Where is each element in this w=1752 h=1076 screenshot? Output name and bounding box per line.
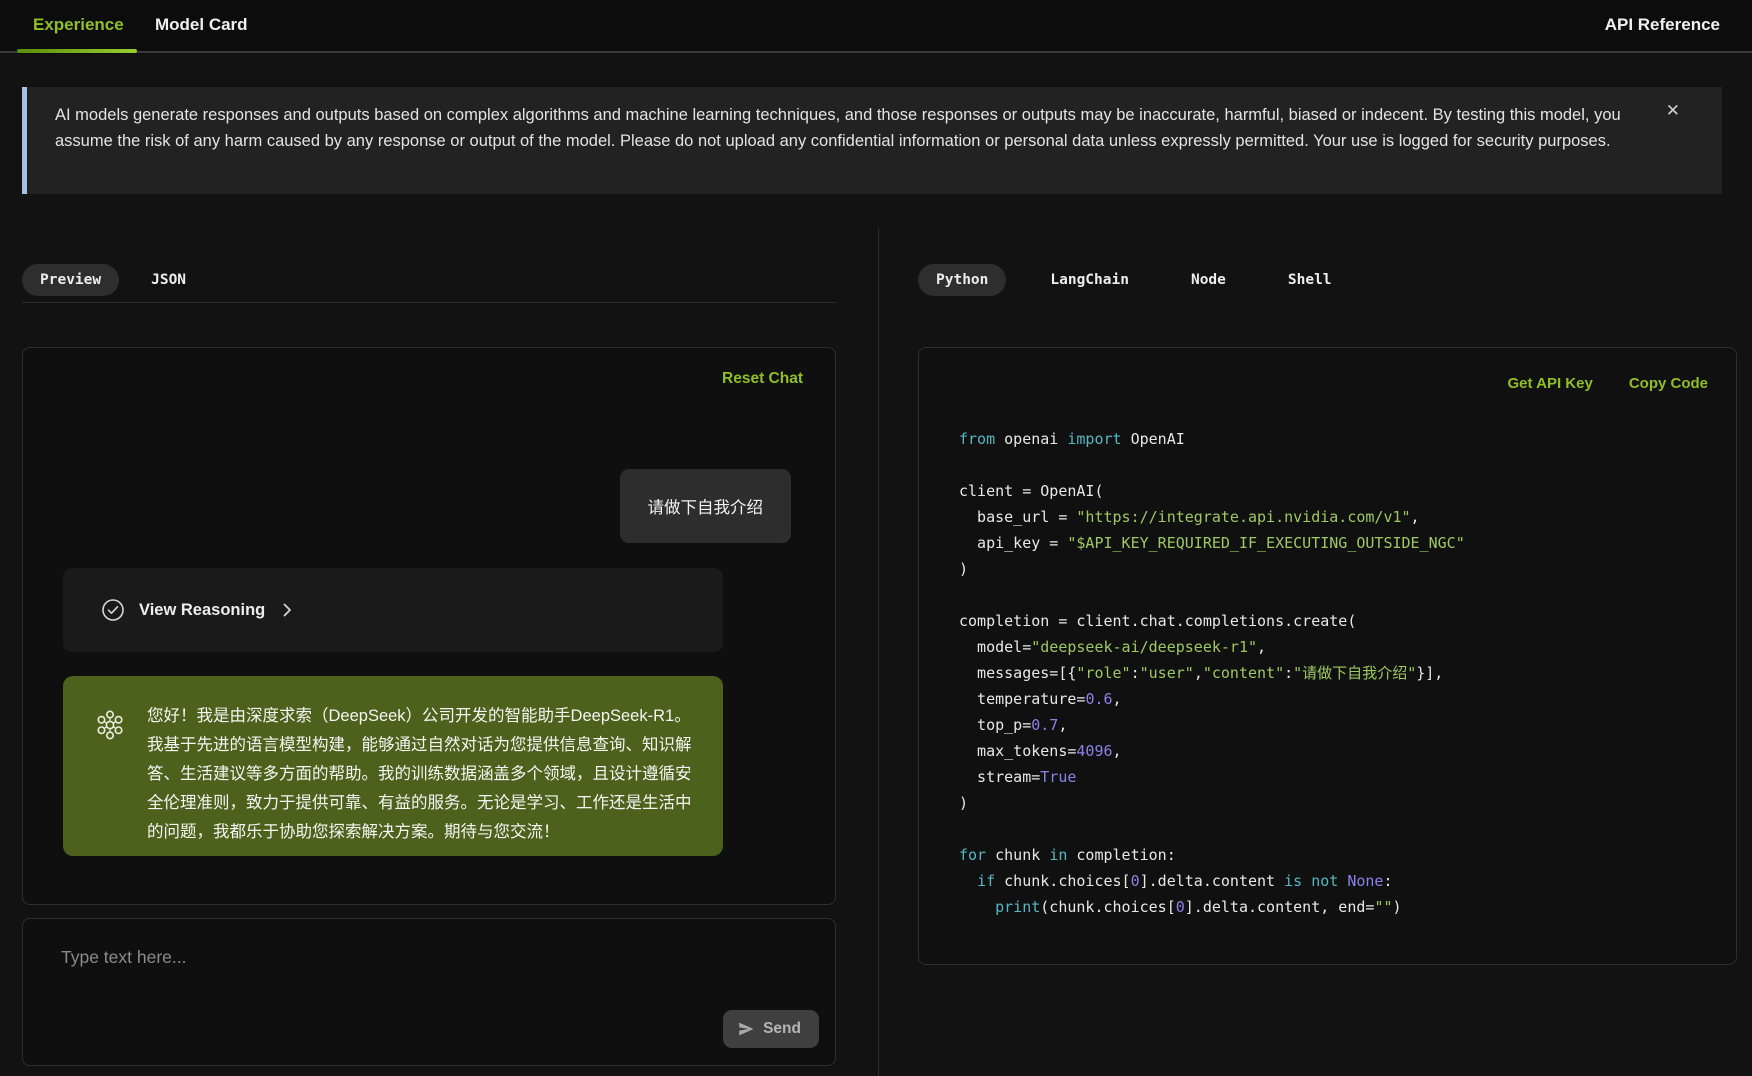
code-language-tab-bar: Python LangChain Node Shell [918,264,1350,296]
message-composer: Send [22,918,836,1066]
code-block: from openai import OpenAIclient = OpenAI… [959,426,1465,920]
send-icon [737,1020,755,1038]
nav-divider [0,51,1752,53]
assistant-message-bubble: 您好！我是由深度求索（DeepSeek）公司开发的智能助手DeepSeek-R1… [63,676,723,856]
check-circle-icon [101,598,125,622]
tab-json[interactable]: JSON [133,264,204,296]
code-actions: Get API Key Copy Code [1508,375,1708,392]
view-reasoning-toggle[interactable]: View Reasoning [63,568,723,652]
disclaimer-text: AI models generate responses and outputs… [55,102,1635,154]
preview-tab-border [22,302,836,303]
tab-preview[interactable]: Preview [22,264,119,296]
user-message-bubble: 请做下自我介绍 [620,469,792,543]
user-message-text: 请做下自我介绍 [648,499,764,517]
view-reasoning-label: View Reasoning [139,601,265,620]
get-api-key-link[interactable]: Get API Key [1508,375,1593,392]
code-panel: Get API Key Copy Code from openai import… [918,347,1737,965]
chevron-right-icon [279,602,295,618]
reset-chat-button[interactable]: Reset Chat [722,370,803,388]
copy-code-link[interactable]: Copy Code [1629,375,1708,392]
top-nav: Experience Model Card API Reference [0,0,1752,54]
send-button[interactable]: Send [723,1010,819,1048]
disclaimer-banner: AI models generate responses and outputs… [22,87,1722,194]
tab-model-card[interactable]: Model Card [155,15,248,35]
tab-shell[interactable]: Shell [1270,264,1350,296]
chat-panel: Reset Chat 请做下自我介绍 View Reasoning [22,347,836,905]
api-reference-link[interactable]: API Reference [1605,15,1720,35]
panel-divider [878,228,879,1076]
app-root: Experience Model Card API Reference AI m… [0,0,1752,1076]
assistant-message-text: 您好！我是由深度求索（DeepSeek）公司开发的智能助手DeepSeek-R1… [147,702,697,832]
tab-node[interactable]: Node [1173,264,1244,296]
tab-experience[interactable]: Experience [33,15,124,35]
tab-langchain[interactable]: LangChain [1032,264,1147,296]
preview-tab-bar: Preview JSON [22,264,204,296]
send-label: Send [763,1020,801,1038]
tab-python[interactable]: Python [918,264,1006,296]
active-tab-underline [17,49,137,53]
message-input[interactable] [23,919,835,1015]
close-icon[interactable]: ✕ [1666,101,1680,121]
molecule-icon [91,702,131,832]
